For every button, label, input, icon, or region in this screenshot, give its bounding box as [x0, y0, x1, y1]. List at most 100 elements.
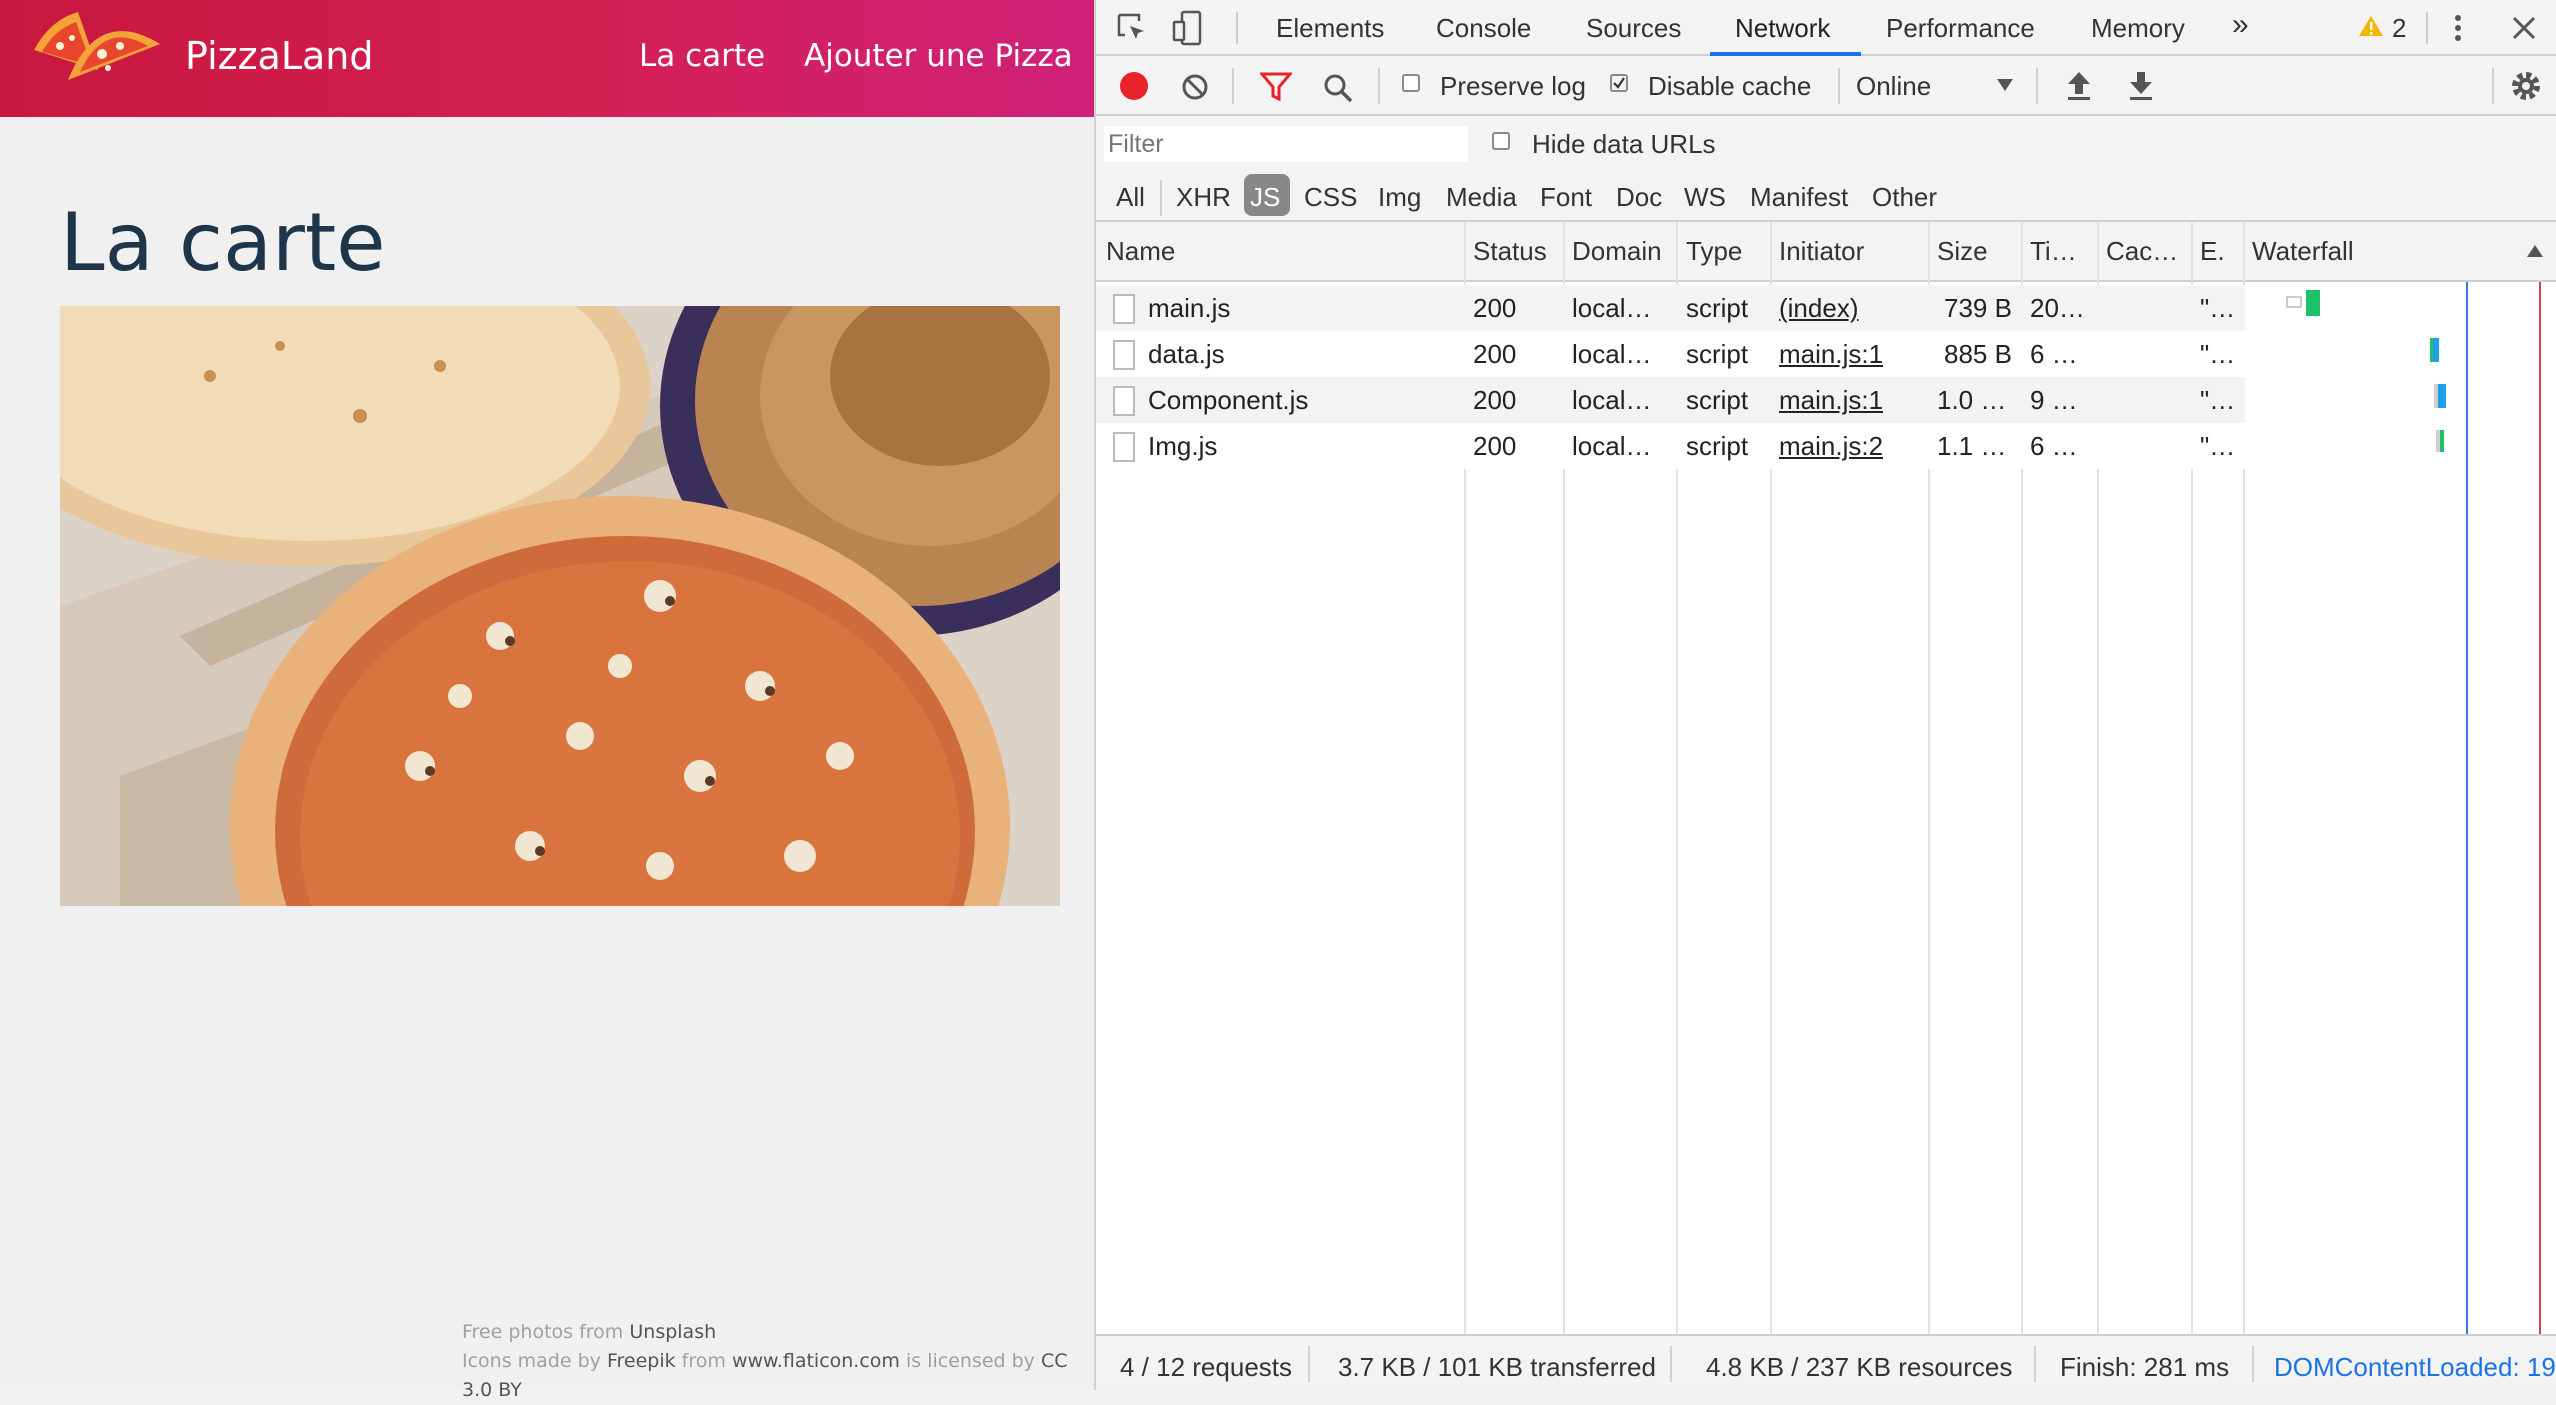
request-type: script: [1686, 431, 1749, 461]
table-row[interactable]: Img.js 200 local… script main.js:2 1.1 ……: [1096, 423, 2245, 469]
request-size: 1.1 …: [1937, 431, 2007, 461]
request-e: "…: [2200, 385, 2236, 415]
warning-count[interactable]: 2: [2392, 13, 2406, 44]
sort-ascending-icon[interactable]: [2526, 244, 2544, 258]
dropdown-arrow-icon[interactable]: [1996, 78, 2014, 92]
pizza-logo-icon[interactable]: [28, 6, 166, 98]
type-js[interactable]: JS: [1250, 182, 1280, 213]
tab-sources[interactable]: Sources: [1586, 13, 1681, 44]
hide-data-urls-checkbox[interactable]: [1492, 132, 1510, 150]
search-icon[interactable]: [1322, 72, 1354, 104]
throttling-select[interactable]: Online: [1856, 71, 1931, 102]
unsplash-link[interactable]: Unsplash: [629, 1321, 716, 1343]
type-other[interactable]: Other: [1872, 182, 1937, 213]
col-name[interactable]: Name: [1106, 236, 1175, 267]
close-devtools-icon[interactable]: [2510, 14, 2538, 42]
request-initiator[interactable]: main.js:1: [1779, 385, 1883, 416]
nav-la-carte[interactable]: La carte: [639, 38, 765, 74]
filter-icon[interactable]: [1260, 72, 1292, 102]
kebab-menu-icon[interactable]: [2452, 12, 2464, 44]
type-xhr[interactable]: XHR: [1176, 182, 1231, 213]
request-name[interactable]: Img.js: [1148, 431, 1217, 462]
credits-from: from: [681, 1350, 726, 1372]
type-ws[interactable]: WS: [1684, 182, 1726, 213]
col-status[interactable]: Status: [1473, 236, 1547, 267]
brand-name[interactable]: PizzaLand: [185, 34, 373, 78]
request-e: "…: [2200, 431, 2236, 461]
filter-input[interactable]: [1104, 126, 1468, 162]
tab-performance[interactable]: Performance: [1886, 13, 2035, 44]
request-domain: local…: [1572, 431, 1652, 461]
type-css[interactable]: CSS: [1304, 182, 1357, 213]
request-type: script: [1686, 385, 1749, 415]
table-row[interactable]: main.js 200 local… script (index) 739 B …: [1096, 285, 2245, 331]
export-har-icon[interactable]: [2128, 70, 2154, 102]
table-row[interactable]: data.js 200 local… script main.js:1 885 …: [1096, 331, 2245, 377]
request-name[interactable]: data.js: [1148, 339, 1225, 370]
waterfall-bar: [2438, 384, 2446, 408]
type-doc[interactable]: Doc: [1616, 182, 1662, 213]
type-img[interactable]: Img: [1378, 182, 1421, 213]
col-e[interactable]: E.: [2200, 236, 2225, 267]
type-media[interactable]: Media: [1446, 182, 1517, 213]
file-icon: [1113, 294, 1135, 324]
request-name[interactable]: main.js: [1148, 293, 1230, 324]
waterfall-bar: [2440, 430, 2444, 452]
request-e: "…: [2200, 339, 2236, 369]
warning-icon[interactable]: [2358, 14, 2384, 38]
clear-icon[interactable]: [1180, 72, 1210, 102]
preserve-log-checkbox[interactable]: [1402, 74, 1420, 92]
col-initiator[interactable]: Initiator: [1779, 236, 1864, 267]
tab-memory[interactable]: Memory: [2091, 13, 2185, 44]
table-row[interactable]: Component.js 200 local… script main.js:1…: [1096, 377, 2245, 423]
preserve-log-label[interactable]: Preserve log: [1440, 71, 1586, 102]
device-toolbar-icon[interactable]: [1172, 10, 1204, 46]
devtools-panel: Elements Console Sources Network Perform…: [1094, 0, 2556, 1390]
type-all[interactable]: All: [1116, 182, 1145, 213]
inspect-element-icon[interactable]: [1116, 12, 1148, 44]
request-size: 885 B: [1944, 339, 2012, 369]
freepik-link[interactable]: Freepik: [607, 1350, 676, 1372]
col-cache[interactable]: Cac…: [2106, 236, 2178, 267]
disable-cache-label[interactable]: Disable cache: [1648, 71, 1811, 102]
app-header: PizzaLand La carte Ajouter une Pizza: [0, 0, 1094, 117]
file-icon: [1113, 340, 1135, 370]
type-manifest[interactable]: Manifest: [1750, 182, 1848, 213]
flaticon-link[interactable]: www.flaticon.com: [732, 1350, 900, 1372]
devtools-tab-bar: Elements Console Sources Network Perform…: [1096, 0, 2556, 56]
settings-gear-icon[interactable]: [2508, 68, 2544, 104]
disable-cache-checkbox[interactable]: [1610, 74, 1628, 92]
credits: Free photos from Unsplash Icons made by …: [462, 1318, 1094, 1405]
request-initiator[interactable]: main.js:2: [1779, 431, 1883, 462]
type-font[interactable]: Font: [1540, 182, 1592, 213]
request-domain: local…: [1572, 385, 1652, 415]
request-status: 200: [1473, 293, 1517, 323]
request-time: 9 …: [2030, 385, 2078, 415]
col-domain[interactable]: Domain: [1572, 236, 1662, 267]
col-size[interactable]: Size: [1937, 236, 1988, 267]
nav-ajouter-pizza[interactable]: Ajouter une Pizza: [804, 38, 1073, 74]
dom-content-loaded-time: DOMContentLoaded: 19: [2274, 1352, 2556, 1382]
col-time[interactable]: Ti…: [2030, 236, 2077, 267]
col-type[interactable]: Type: [1686, 236, 1742, 267]
transferred-size: 3.7 KB / 101 KB transferred: [1338, 1352, 1656, 1382]
resource-type-filter: All XHR JS CSS Img Media Font Doc WS Man…: [1096, 170, 2556, 222]
request-initiator[interactable]: (index): [1779, 293, 1858, 324]
resources-size: 4.8 KB / 237 KB resources: [1706, 1352, 2013, 1382]
request-status: 200: [1473, 339, 1517, 369]
tab-elements[interactable]: Elements: [1276, 13, 1384, 44]
credits-licensed: is licensed by: [905, 1350, 1035, 1372]
tab-console[interactable]: Console: [1436, 13, 1531, 44]
request-e: "…: [2200, 293, 2236, 323]
hide-data-urls-label[interactable]: Hide data URLs: [1532, 129, 1716, 160]
col-waterfall[interactable]: Waterfall: [2252, 236, 2354, 267]
record-icon[interactable]: [1118, 70, 1150, 102]
import-har-icon[interactable]: [2066, 70, 2092, 102]
request-name[interactable]: Component.js: [1148, 385, 1308, 416]
more-tabs-button[interactable]: »: [2232, 8, 2249, 42]
request-time: 6 …: [2030, 431, 2078, 461]
request-initiator[interactable]: main.js:1: [1779, 339, 1883, 370]
page-title: La carte: [60, 196, 386, 289]
network-toolbar: Preserve log Disable cache Online: [1096, 56, 2556, 116]
tab-network[interactable]: Network: [1735, 13, 1830, 44]
